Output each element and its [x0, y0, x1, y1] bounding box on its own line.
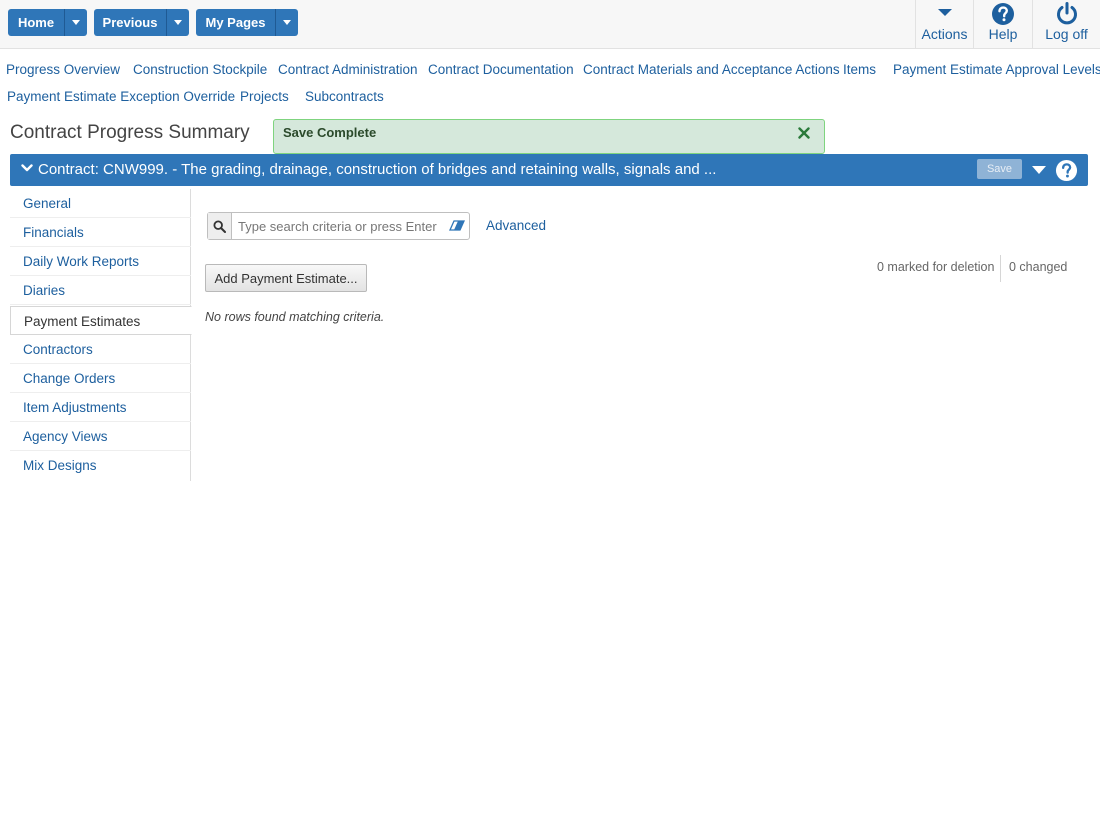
help-label: Help — [988, 26, 1018, 42]
help-icon[interactable] — [1055, 159, 1078, 182]
link-items[interactable]: Items — [843, 62, 876, 77]
link-payment-estimate-exception-override[interactable]: Payment Estimate Exception Override — [7, 89, 235, 104]
link-projects[interactable]: Projects — [240, 89, 289, 104]
counts-divider — [1000, 255, 1001, 282]
home-dropdown-button[interactable] — [65, 9, 87, 36]
contract-title: Contract: CNW999. - The grading, drainag… — [38, 161, 717, 178]
link-progress-overview[interactable]: Progress Overview — [6, 62, 120, 77]
link-contract-materials[interactable]: Contract Materials and Acceptance Action… — [583, 62, 840, 77]
actions-caret-icon — [937, 9, 952, 16]
help-button[interactable]: Help — [973, 0, 1032, 48]
home-split-button: Home — [8, 9, 87, 36]
sidenav-item-contractors[interactable]: Contractors — [10, 335, 191, 364]
mypages-dropdown-button[interactable] — [276, 9, 298, 36]
search-icon[interactable] — [208, 213, 232, 239]
sidenav-item-mix-designs[interactable]: Mix Designs — [10, 451, 191, 480]
actions-button[interactable]: Actions — [915, 0, 973, 48]
sidenav-item-general[interactable]: General — [10, 189, 191, 218]
side-nav: General Financials Daily Work Reports Di… — [10, 189, 192, 481]
caret-down-icon — [174, 20, 182, 25]
chevron-down-icon[interactable] — [21, 162, 33, 174]
sidenav-item-payment-estimates[interactable]: Payment Estimates — [10, 306, 192, 335]
page-title: Contract Progress Summary — [10, 122, 250, 143]
eraser-icon[interactable] — [445, 213, 469, 239]
previous-button[interactable]: Previous — [94, 9, 167, 36]
sidenav-item-daily-work-reports[interactable]: Daily Work Reports — [10, 247, 191, 276]
logoff-label: Log off — [1045, 26, 1088, 42]
power-icon — [1056, 2, 1077, 25]
toast-message: Save Complete — [283, 125, 377, 140]
search-input[interactable] — [233, 213, 443, 239]
changed-count: 0 changed — [1009, 260, 1068, 274]
sidenav-item-item-adjustments[interactable]: Item Adjustments — [10, 393, 191, 422]
sidenav-item-financials[interactable]: Financials — [10, 218, 191, 247]
sidenav-item-agency-views[interactable]: Agency Views — [10, 422, 191, 451]
link-payment-estimate-approval-levels[interactable]: Payment Estimate Approval Levels — [893, 62, 1100, 77]
contract-menu-caret-icon[interactable] — [1032, 166, 1046, 174]
link-subcontracts[interactable]: Subcontracts — [305, 89, 384, 104]
link-contract-documentation[interactable]: Contract Documentation — [428, 62, 574, 77]
save-toast: Save Complete — [273, 119, 825, 154]
search-box — [207, 212, 470, 240]
sidenav-item-diaries[interactable]: Diaries — [10, 276, 191, 305]
previous-split-button: Previous — [94, 9, 189, 36]
marked-for-deletion-count: 0 marked for deletion — [877, 260, 995, 274]
save-button[interactable]: Save — [977, 159, 1022, 179]
link-construction-stockpile[interactable]: Construction Stockpile — [133, 62, 267, 77]
mypages-split-button: My Pages — [196, 9, 298, 36]
top-toolbar: Home Previous My Pages Actions Help Log … — [0, 0, 1100, 49]
contract-header-bar[interactable]: Contract: CNW999. - The grading, drainag… — [10, 154, 1088, 186]
caret-down-icon — [283, 20, 291, 25]
empty-grid-message: No rows found matching criteria. — [205, 310, 385, 324]
add-payment-estimate-button[interactable]: Add Payment Estimate... — [205, 264, 367, 292]
caret-down-icon — [72, 20, 80, 25]
sidenav-item-change-orders[interactable]: Change Orders — [10, 364, 191, 393]
close-icon[interactable] — [798, 127, 810, 139]
link-contract-administration[interactable]: Contract Administration — [278, 62, 418, 77]
home-button[interactable]: Home — [8, 9, 65, 36]
help-icon — [992, 3, 1014, 25]
actions-label: Actions — [921, 26, 968, 42]
logoff-button[interactable]: Log off — [1032, 0, 1100, 48]
previous-dropdown-button[interactable] — [167, 9, 189, 36]
advanced-search-link[interactable]: Advanced — [486, 218, 546, 233]
mypages-button[interactable]: My Pages — [196, 9, 276, 36]
